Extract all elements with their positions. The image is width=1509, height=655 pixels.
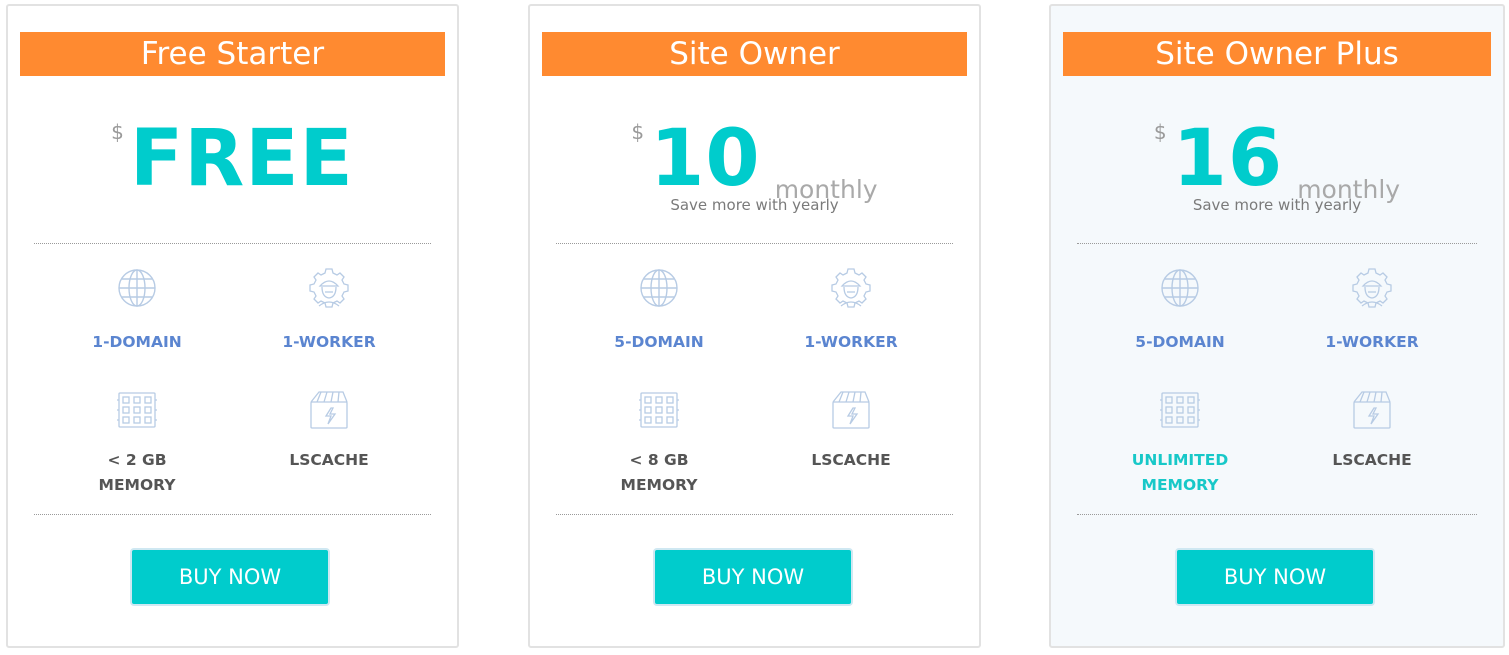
globe-icon — [1158, 266, 1202, 310]
worker-icon — [829, 266, 873, 310]
currency-symbol: $ — [631, 120, 645, 144]
price: $ 16 monthly — [1051, 114, 1503, 204]
lscache-icon — [829, 388, 873, 432]
yearly-savings-note: Save more with yearly — [670, 196, 839, 214]
feature-lscache: LSCACHE — [776, 388, 926, 473]
buy-now-button[interactable]: BUY NOW — [1175, 548, 1375, 606]
feature-label: 5-DOMAIN — [614, 333, 704, 351]
feature-label: 1-WORKER — [282, 333, 376, 351]
feature-memory: UNLIMITED MEMORY — [1105, 388, 1255, 498]
price: $ 10 monthly — [530, 114, 979, 204]
feature-worker: 1-WORKER — [1297, 266, 1447, 355]
feature-label: LSCACHE — [289, 451, 369, 469]
worker-icon — [307, 266, 351, 310]
buy-now-button[interactable]: BUY NOW — [130, 548, 330, 606]
price-amount: FREE — [129, 114, 354, 204]
globe-icon — [115, 266, 159, 310]
feature-memory: < 2 GB MEMORY — [62, 388, 212, 498]
divider — [34, 514, 431, 515]
worker-icon — [1350, 266, 1394, 310]
price: $ FREE — [8, 114, 457, 204]
feature-domain: 1-DOMAIN — [62, 266, 212, 355]
lscache-icon — [307, 388, 351, 432]
globe-icon — [637, 266, 681, 310]
memory-icon — [115, 388, 159, 432]
feature-domain: 5-DOMAIN — [1105, 266, 1255, 355]
feature-worker: 1-WORKER — [254, 266, 404, 355]
feature-worker: 1-WORKER — [776, 266, 926, 355]
plan-card-free-starter: Free Starter $ FREE 1-DOMAIN 1-WORKER < … — [6, 4, 459, 648]
price-amount: 16 — [1172, 114, 1284, 204]
divider — [1077, 514, 1477, 515]
divider — [34, 243, 431, 244]
feature-memory: < 8 GB MEMORY — [584, 388, 734, 498]
plan-title: Site Owner — [542, 32, 967, 76]
feature-label: LSCACHE — [811, 451, 891, 469]
feature-label: < 8 GB MEMORY — [620, 451, 698, 494]
feature-label: < 2 GB MEMORY — [98, 451, 176, 494]
memory-icon — [637, 388, 681, 432]
feature-label: 1-WORKER — [804, 333, 898, 351]
feature-label: UNLIMITED MEMORY — [1131, 451, 1229, 494]
feature-lscache: LSCACHE — [254, 388, 404, 473]
lscache-icon — [1350, 388, 1394, 432]
plan-card-site-owner: Site Owner $ 10 monthly Save more with y… — [528, 4, 981, 648]
divider — [556, 243, 953, 244]
currency-symbol: $ — [1153, 120, 1167, 144]
plan-title: Site Owner Plus — [1063, 32, 1491, 76]
price-amount: 10 — [650, 114, 761, 204]
feature-label: 5-DOMAIN — [1135, 333, 1225, 351]
plan-card-site-owner-plus: Site Owner Plus $ 16 monthly Save more w… — [1049, 4, 1505, 648]
divider — [556, 514, 953, 515]
feature-lscache: LSCACHE — [1297, 388, 1447, 473]
plan-title: Free Starter — [20, 32, 445, 76]
memory-icon — [1158, 388, 1202, 432]
buy-now-button[interactable]: BUY NOW — [653, 548, 853, 606]
feature-label: 1-DOMAIN — [92, 333, 182, 351]
feature-domain: 5-DOMAIN — [584, 266, 734, 355]
divider — [1077, 243, 1477, 244]
feature-label: 1-WORKER — [1325, 333, 1419, 351]
currency-symbol: $ — [111, 120, 124, 144]
feature-label: LSCACHE — [1332, 451, 1412, 469]
yearly-savings-note: Save more with yearly — [1192, 196, 1362, 214]
